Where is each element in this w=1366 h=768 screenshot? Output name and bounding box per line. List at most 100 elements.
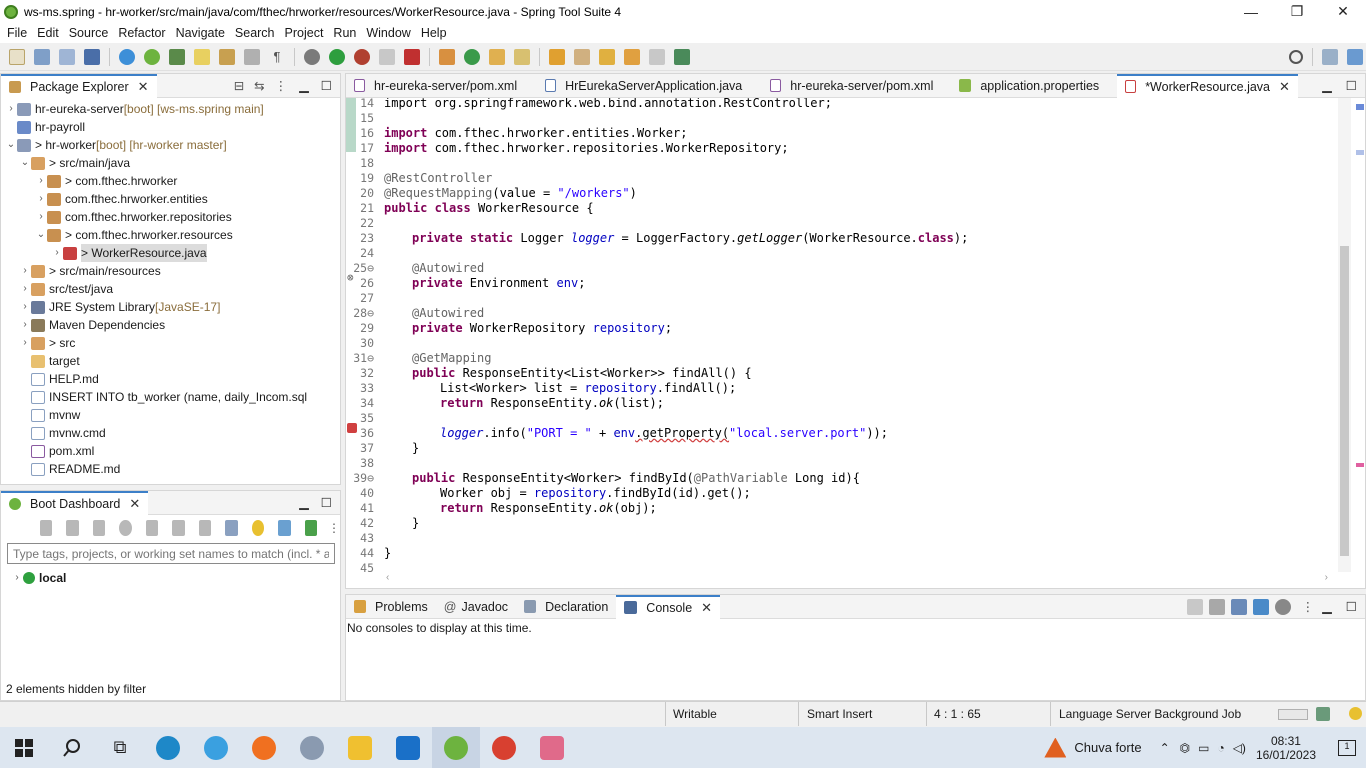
pilcrow-icon[interactable]: ¶ [269, 48, 285, 65]
tab-pom-xml-2[interactable]: hr-eureka-server/pom.xml [762, 74, 941, 98]
close-icon[interactable]: ✕ [129, 496, 140, 512]
minimize-view-icon[interactable]: ▁ [299, 78, 309, 93]
view-menu-icon[interactable]: ⋮ [328, 521, 340, 535]
clock[interactable]: 08:31 16/01/2023 [1256, 734, 1316, 762]
tree-item-local[interactable]: › local [1, 569, 340, 587]
run-icon[interactable] [329, 48, 345, 65]
tree-item-package-repositories[interactable]: › com.fthec.hrworker.repositories [1, 208, 340, 226]
lightbulb-icon[interactable] [251, 520, 265, 536]
taskbar-mail[interactable] [384, 727, 432, 768]
start-button[interactable] [0, 727, 48, 768]
scrollbar-thumb[interactable] [1340, 246, 1349, 556]
taskbar-app[interactable] [288, 727, 336, 768]
tab-problems[interactable]: Problems [346, 595, 436, 619]
tab-javadoc[interactable]: @ Javadoc [436, 595, 516, 619]
task-view-button[interactable]: ⧉ [96, 727, 144, 768]
menu-refactor[interactable]: Refactor [113, 26, 170, 40]
open-type-icon[interactable] [489, 48, 505, 65]
code-editor[interactable]: 14 15 16 17 18 19 20 21 22 23 24 25⊖ 26 27 28⊖ 29 30 31⊖ 3… [346, 98, 1336, 572]
taskbar-app2[interactable] [528, 727, 576, 768]
tab-hreurekaserverapplication[interactable]: HrEurekaServerApplication.java [537, 74, 750, 98]
pin-editor-icon[interactable] [674, 48, 690, 65]
tree-item-mvnw[interactable]: mvnw [1, 406, 340, 424]
tree-item-mvnw-cmd[interactable]: mvnw.cmd [1, 424, 340, 442]
tree-item-hr-payroll[interactable]: hr-payroll [1, 118, 340, 136]
link-editor-icon[interactable]: ⇆ [254, 78, 264, 93]
chevron-up-icon[interactable]: ⌃ [1160, 741, 1170, 755]
taskbar-explorer[interactable] [336, 727, 384, 768]
close-button[interactable]: ✕ [1320, 0, 1366, 23]
tree-item-workerresource[interactable]: › > WorkerResource.java [1, 244, 340, 262]
tree-item-target[interactable]: target [1, 352, 340, 370]
last-edit-icon[interactable] [599, 48, 615, 65]
volume-icon[interactable]: ◁) [1233, 741, 1246, 755]
progress-view-icon[interactable] [1316, 707, 1330, 721]
tree-item-package-hrworker[interactable]: › > com.fthec.hrworker [1, 172, 340, 190]
tree-item-help-md[interactable]: HELP.md [1, 370, 340, 388]
java-perspective-icon[interactable] [1347, 48, 1363, 65]
battery-icon[interactable]: ▭ [1198, 741, 1209, 755]
tree-item-sql-file[interactable]: INSERT INTO tb_worker (name, daily_Incom… [1, 388, 340, 406]
search-taskbar-button[interactable] [48, 727, 96, 768]
menu-window[interactable]: Window [361, 26, 415, 40]
close-icon[interactable]: ✕ [701, 600, 712, 616]
open-console-icon[interactable] [1230, 598, 1247, 615]
new-icon[interactable] [9, 48, 25, 65]
debug-icon[interactable] [66, 520, 79, 536]
run-tools-icon[interactable] [354, 48, 370, 65]
close-icon[interactable]: ✕ [1279, 79, 1290, 95]
minimize-view-icon[interactable]: ▁ [299, 495, 309, 510]
stop-icon[interactable] [92, 520, 106, 536]
filter-icon[interactable] [278, 520, 291, 536]
menu-help[interactable]: Help [416, 26, 452, 40]
taskbar-sts[interactable] [432, 727, 480, 768]
annotation-icon[interactable] [219, 48, 235, 65]
notification-icon[interactable]: 1 [1338, 739, 1356, 756]
stop-icon[interactable] [379, 48, 395, 65]
display-console-icon[interactable] [1208, 598, 1225, 615]
tree-item-package-resources[interactable]: ⌄ > com.fthec.hrworker.resources [1, 226, 340, 244]
maximize-view-icon[interactable]: ☐ [321, 78, 332, 93]
external-tools-icon[interactable] [404, 48, 420, 65]
tree-item-src-main-java[interactable]: ⌄ > src/main/java [1, 154, 340, 172]
tab-declaration[interactable]: Declaration [516, 595, 616, 619]
search-tool-icon[interactable] [514, 48, 530, 65]
menu-navigate[interactable]: Navigate [171, 26, 230, 40]
add-icon[interactable] [304, 520, 317, 536]
minimize-view-icon[interactable]: ▁ [1322, 599, 1332, 614]
maximize-editor-icon[interactable]: ☐ [1346, 78, 1357, 93]
tab-pom-xml-1[interactable]: hr-eureka-server/pom.xml [346, 74, 525, 98]
console-icon[interactable] [145, 520, 159, 536]
new-java-project-icon[interactable] [439, 48, 455, 65]
tree-item-src-main-resources[interactable]: › > src/main/resources [1, 262, 340, 280]
taskbar-ie[interactable] [192, 727, 240, 768]
close-icon[interactable]: ✕ [138, 79, 149, 95]
tree-item-hr-eureka-server[interactable]: › hr-eureka-server [boot] [ws-ms.spring m… [1, 100, 340, 118]
table-icon[interactable] [225, 520, 238, 536]
spring-boot-icon[interactable] [144, 48, 160, 65]
collapse-all-icon[interactable]: ⊟ [234, 78, 244, 93]
vertical-scrollbar[interactable] [1338, 98, 1351, 572]
tree-item-jre-library[interactable]: › JRE System Library [JavaSE-17] [1, 298, 340, 316]
menu-source[interactable]: Source [64, 26, 114, 40]
menu-run[interactable]: Run [328, 26, 361, 40]
open-browser-icon[interactable] [172, 520, 185, 536]
taskbar-chrome[interactable] [480, 727, 528, 768]
forward-icon[interactable] [649, 48, 665, 65]
maximize-view-icon[interactable]: ☐ [1346, 599, 1357, 614]
debug-icon[interactable] [304, 48, 320, 65]
edit-icon[interactable] [198, 520, 212, 536]
tree-item-pom-xml[interactable]: pom.xml [1, 442, 340, 460]
word-wrap-icon[interactable] [1252, 598, 1269, 615]
tab-package-explorer[interactable]: Package Explorer ✕ [1, 73, 157, 98]
menu-project[interactable]: Project [280, 26, 329, 40]
settings-icon[interactable] [1274, 598, 1291, 615]
menu-file[interactable]: File [2, 26, 32, 40]
tab-workerresource[interactable]: *WorkerResource.java ✕ [1117, 73, 1298, 98]
wifi-icon[interactable]: ◔ [1217, 741, 1224, 755]
git-icon[interactable] [169, 48, 185, 65]
next-annotation-icon[interactable] [549, 48, 565, 65]
minimize-editor-icon[interactable]: ▁ [1322, 78, 1332, 93]
pin-console-icon[interactable] [1186, 598, 1203, 615]
refresh-icon[interactable] [119, 520, 132, 536]
